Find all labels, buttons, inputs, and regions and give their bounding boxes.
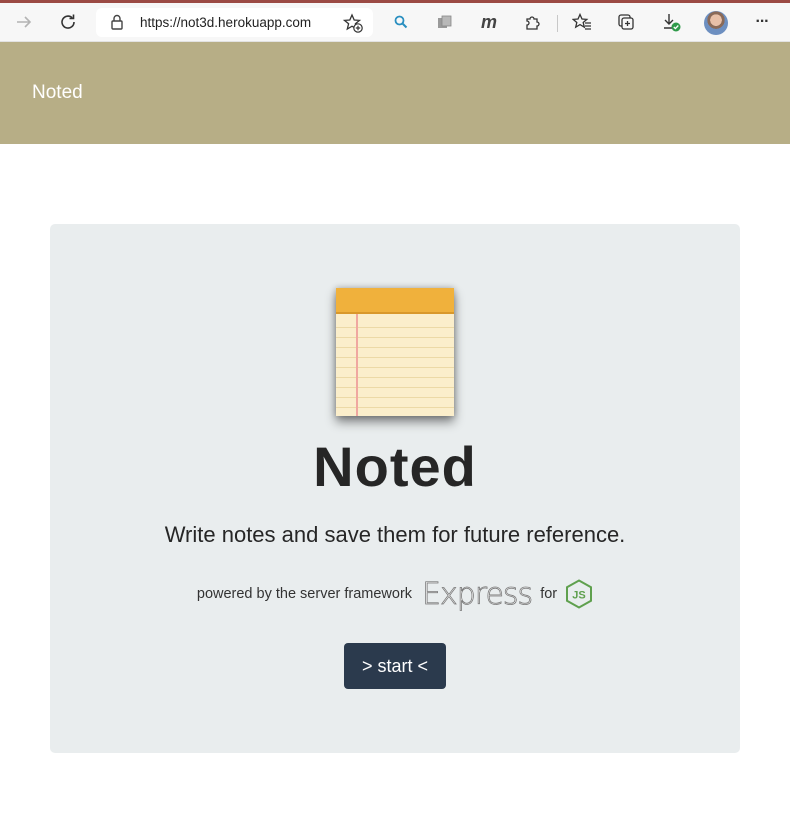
start-button[interactable]: > start < — [344, 643, 446, 689]
avatar[interactable] — [704, 11, 728, 35]
notepad-icon — [336, 288, 454, 416]
app-header: Noted — [0, 42, 790, 144]
collections-extension-icon[interactable] — [432, 9, 458, 35]
favorites-icon[interactable] — [569, 9, 595, 35]
forward-icon[interactable] — [11, 9, 37, 35]
add-favorite-icon[interactable] — [342, 12, 364, 34]
for-text: for — [540, 586, 558, 602]
extensions-icon[interactable] — [520, 9, 546, 35]
brand-link[interactable]: Noted — [32, 82, 83, 104]
address-bar[interactable]: https://not3d.herokuapp.com — [96, 8, 373, 37]
browser-toolbar: https://not3d.herokuapp.com m ··· — [0, 3, 790, 42]
nodejs-logo: JS — [566, 579, 593, 609]
m-extension-icon[interactable]: m — [476, 9, 502, 35]
powered-by-row: powered by the server framework Express … — [50, 576, 740, 612]
toolbar-separator — [557, 15, 558, 32]
lead-text: Write notes and save them for future ref… — [164, 522, 626, 547]
collections-icon[interactable] — [613, 9, 639, 35]
nodejs-logo-text: JS — [572, 590, 585, 602]
more-icon[interactable]: ··· — [749, 9, 775, 35]
url-text[interactable]: https://not3d.herokuapp.com — [140, 15, 311, 30]
lock-icon[interactable] — [108, 13, 126, 31]
refresh-icon[interactable] — [55, 9, 81, 35]
page-title: Noted — [313, 435, 477, 498]
powered-by-text: powered by the server framework — [196, 586, 413, 602]
jumbotron: Noted Write notes and save them for futu… — [50, 224, 740, 753]
search-extension-icon[interactable] — [388, 9, 414, 35]
express-logo: Express — [422, 576, 534, 612]
downloads-icon[interactable] — [658, 9, 684, 35]
